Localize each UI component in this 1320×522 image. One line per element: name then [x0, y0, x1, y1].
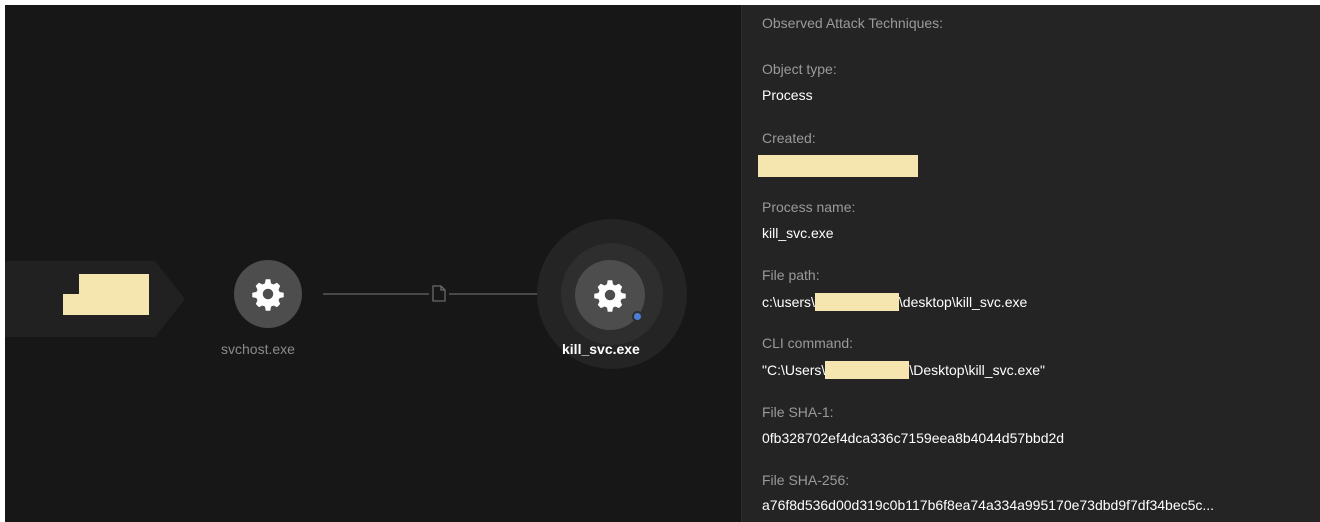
file-path-value: c:\users\ \desktop\kill_svc.exe	[762, 293, 1027, 311]
file-path-suffix: \desktop\kill_svc.exe	[898, 294, 1028, 310]
redacted-username	[814, 293, 899, 311]
process-node-label-selected: kill_svc.exe	[562, 341, 640, 357]
file-path-label: File path:	[762, 267, 820, 283]
process-name-value: kill_svc.exe	[762, 225, 834, 241]
redacted-username	[825, 361, 910, 379]
sha1-label: File SHA-1:	[762, 404, 834, 420]
file-path-prefix: c:\users\	[762, 294, 815, 310]
process-name-label: Process name:	[762, 199, 856, 215]
object-type-value: Process	[762, 87, 813, 103]
object-details-panel: Observed Attack Techniques: Object type:…	[741, 5, 1320, 522]
gear-icon	[593, 278, 627, 312]
redacted-created-value	[758, 155, 918, 177]
app-frame: svchost.exe kill_svc.exe Observed Attack…	[5, 5, 1320, 522]
sha1-value[interactable]: 0fb328702ef4dca336c7159eea8b4044d57bbd2d	[762, 430, 1064, 446]
sha256-label: File SHA-256:	[762, 472, 850, 488]
process-node-label: svchost.exe	[221, 341, 295, 357]
object-type-label: Object type:	[762, 61, 837, 77]
gear-icon	[251, 277, 285, 311]
cli-command-value: "C:\Users\ \Desktop\kill_svc.exe"	[762, 361, 1045, 379]
attack-techniques-heading: Observed Attack Techniques:	[762, 15, 944, 31]
cli-command-suffix: \Desktop\kill_svc.exe"	[909, 362, 1045, 378]
process-node-svchost[interactable]	[234, 260, 302, 328]
file-icon	[432, 285, 446, 302]
cli-command-label: CLI command:	[762, 335, 854, 351]
process-graph-canvas[interactable]: svchost.exe kill_svc.exe	[5, 5, 741, 522]
sha256-value[interactable]: a76f8d536d00d319c0b117b6f8ea74a334a99517…	[762, 497, 1214, 513]
cli-command-prefix: "C:\Users\	[762, 362, 826, 378]
selected-status-dot	[632, 311, 643, 322]
created-label: Created:	[762, 130, 816, 146]
